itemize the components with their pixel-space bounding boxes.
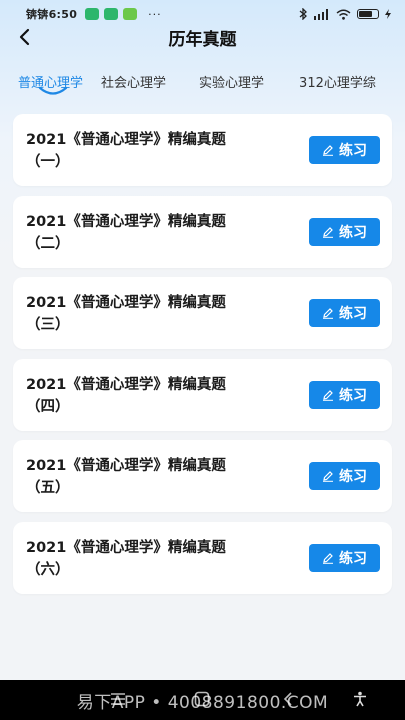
paper-card[interactable]: 2021《普通心理学》精编真题 （一） 练习 — [13, 114, 392, 186]
paper-title-line: 2021《普通心理学》精编真题 — [26, 295, 226, 311]
practice-button[interactable]: 练习 — [309, 299, 380, 327]
paper-card[interactable]: 2021《普通心理学》精编真题 （二） 练习 — [13, 195, 392, 268]
pencil-icon — [323, 145, 333, 156]
notification-icon — [85, 8, 100, 20]
tab-general-psychology[interactable]: 普通心理学 — [18, 64, 83, 95]
charging-icon — [385, 9, 391, 19]
paper-card[interactable]: 2021《普通心理学》精编真题 （三） 练习 — [13, 277, 392, 349]
chevron-left-icon — [19, 28, 30, 46]
practice-button-label: 练习 — [339, 143, 367, 159]
paper-title-line: 2021《普通心理学》精编真题 — [26, 458, 226, 474]
paper-title-number: （五） — [26, 480, 70, 496]
paper-card[interactable]: 2021《普通心理学》精编真题 （六） 练习 — [13, 521, 392, 594]
practice-button[interactable]: 练习 — [309, 217, 380, 246]
paper-title-line: 2021《普通心理学》精编真题 — [26, 132, 226, 148]
signal-icon — [314, 8, 328, 20]
paper-title-number: （三） — [26, 317, 70, 333]
paper-title: 2021《普通心理学》精编真题 （五） — [26, 455, 296, 499]
battery-icon — [357, 9, 379, 19]
practice-button-label: 练习 — [339, 550, 367, 567]
practice-button-label: 练习 — [339, 306, 367, 322]
notification-icon — [104, 8, 119, 20]
pencil-icon — [323, 389, 333, 401]
paper-title: 2021《普通心理学》精编真题 （三） — [26, 292, 296, 336]
practice-button-label: 练习 — [339, 224, 367, 241]
paper-title-line: 2021《普通心理学》精编真题 — [26, 376, 226, 393]
paper-title: 2021《普通心理学》精编真题 （二） — [26, 211, 296, 255]
paper-title-line: 2021《普通心理学》精编真题 — [26, 213, 226, 230]
tab-label: 312心理学综 — [299, 76, 376, 91]
tab-312-psychology[interactable]: 312心理学综 — [299, 64, 376, 91]
paper-card[interactable]: 2021《普通心理学》精编真题 （四） 练习 — [13, 358, 392, 431]
paper-list: 2021《普通心理学》精编真题 （一） 练习 2021《普通心理学》精编真题 （… — [13, 114, 392, 603]
practice-button[interactable]: 练习 — [309, 136, 380, 164]
paper-title: 2021《普通心理学》精编真题 （一） — [26, 129, 296, 173]
paper-title-number: （二） — [26, 235, 70, 252]
pencil-icon — [323, 308, 333, 319]
practice-button[interactable]: 练习 — [309, 380, 380, 409]
header: 历年真题 — [0, 20, 405, 54]
paper-title: 2021《普通心理学》精编真题 （四） — [26, 374, 296, 418]
practice-button[interactable]: 练习 — [309, 462, 380, 490]
paper-title-number: （一） — [26, 154, 70, 170]
notification-icon — [123, 8, 138, 20]
paper-title-line: 2021《普通心理学》精编真题 — [26, 539, 226, 556]
bluetooth-icon — [299, 8, 307, 20]
wifi-icon — [336, 9, 351, 20]
paper-title-number: （四） — [26, 398, 70, 415]
tab-social-psychology[interactable]: 社会心理学 — [101, 64, 166, 91]
back-button[interactable] — [12, 24, 36, 50]
pencil-icon — [323, 552, 333, 564]
active-tab-indicator — [38, 86, 68, 95]
practice-button-label: 练习 — [339, 469, 367, 485]
paper-card[interactable]: 2021《普通心理学》精编真题 （五） 练习 — [13, 440, 392, 512]
tab-label: 社会心理学 — [101, 76, 167, 91]
tab-experimental-psychology[interactable]: 实验心理学 — [199, 64, 264, 91]
tab-label: 实验心理学 — [199, 76, 265, 91]
pencil-icon — [323, 471, 333, 482]
paper-title-number: （六） — [26, 561, 70, 578]
pencil-icon — [323, 226, 333, 238]
more-notifications-dots: ··· — [148, 7, 162, 21]
paper-title: 2021《普通心理学》精编真题 （六） — [26, 537, 296, 581]
page-title: 历年真题 — [168, 29, 237, 50]
status-icons — [299, 8, 391, 20]
watermark-text: 易下APP • 4008891800.COM — [76, 692, 329, 713]
practice-button[interactable]: 练习 — [309, 543, 380, 572]
category-tabs: 普通心理学 社会心理学 实验心理学 312心理学综 — [0, 64, 405, 100]
practice-button-label: 练习 — [339, 387, 367, 404]
